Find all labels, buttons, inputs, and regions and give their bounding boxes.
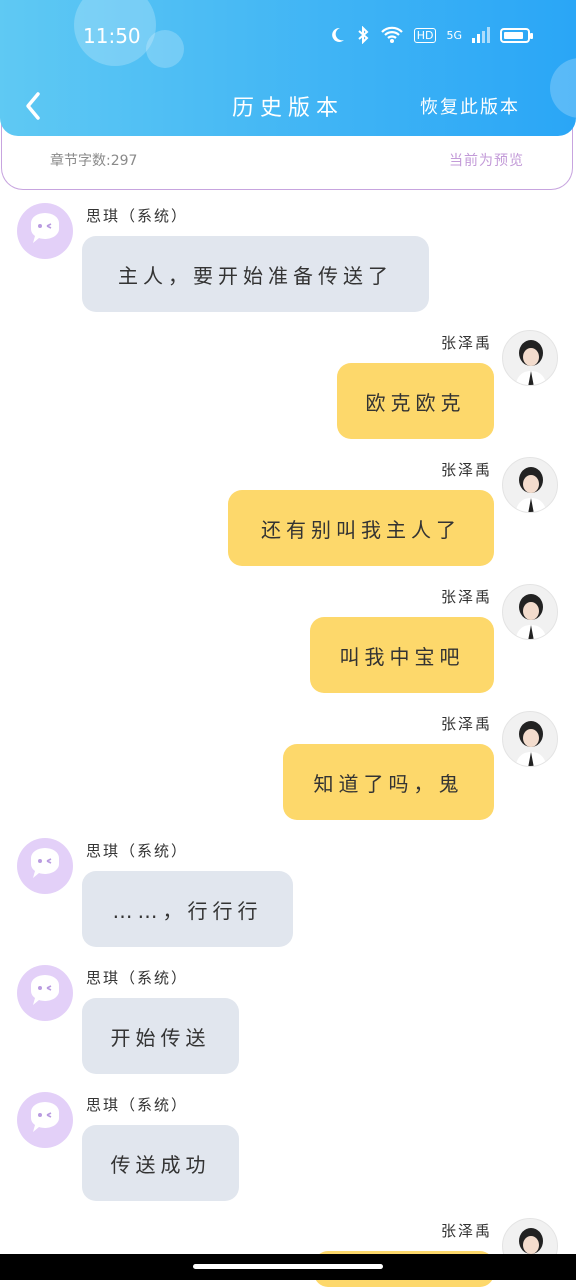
sender-name: 张泽禹 <box>440 588 492 606</box>
status-time: 11:50 <box>83 24 141 48</box>
message-bubble[interactable]: 知道了吗，鬼 <box>283 744 494 820</box>
signal-icon <box>472 27 490 43</box>
system-avatar[interactable] <box>17 838 73 894</box>
network-label: 5G <box>446 28 462 42</box>
sender-name: 张泽禹 <box>440 715 492 733</box>
sender-name: 思琪（系统） <box>86 207 189 225</box>
chat-bubble-icon <box>31 1102 59 1132</box>
restore-version-button[interactable]: 恢复此版本 <box>420 93 520 119</box>
sender-name: 思琪（系统） <box>86 1096 189 1114</box>
sender-name: 张泽禹 <box>440 1222 492 1240</box>
battery-icon <box>500 27 533 43</box>
message-bubble[interactable]: 主人，要开始准备传送了 <box>82 236 429 312</box>
preview-label: 当前为预览 <box>449 153 524 169</box>
message-bubble[interactable]: ……，行行行 <box>82 871 293 947</box>
system-avatar[interactable] <box>17 203 73 259</box>
message-bubble[interactable]: 开始传送 <box>82 998 239 1074</box>
moon-icon <box>331 27 344 42</box>
message-bubble[interactable]: 传送成功 <box>82 1125 239 1201</box>
person-icon <box>515 340 547 385</box>
system-avatar[interactable] <box>17 1092 73 1148</box>
hd-badge: HD <box>413 27 437 43</box>
user-avatar[interactable] <box>502 584 558 640</box>
chat-bubble-icon <box>31 848 59 878</box>
user-avatar[interactable] <box>502 330 558 386</box>
sender-name: 张泽禹 <box>440 461 492 479</box>
decor-circle <box>146 30 184 68</box>
system-avatar[interactable] <box>17 965 73 1021</box>
message-bubble[interactable]: 叫我中宝吧 <box>310 617 494 693</box>
home-indicator[interactable] <box>193 1264 383 1269</box>
sender-name: 思琪（系统） <box>86 842 189 860</box>
user-avatar[interactable] <box>502 711 558 767</box>
wifi-icon <box>380 26 403 43</box>
status-icons: HD 5G <box>328 26 533 44</box>
chat-bubble-icon <box>31 213 59 243</box>
bluetooth-icon <box>358 26 369 44</box>
header-bar: 11:50 HD 5G 历史版本 恢复此版本 <box>0 0 576 136</box>
user-avatar[interactable] <box>502 457 558 513</box>
sender-name: 思琪（系统） <box>86 969 189 987</box>
message-bubble[interactable]: 还有别叫我主人了 <box>228 490 494 566</box>
message-bubble[interactable]: 欧克欧克 <box>337 363 494 439</box>
person-icon <box>515 467 547 512</box>
person-icon <box>515 721 547 766</box>
person-icon <box>515 594 547 639</box>
chat-bubble-icon <box>31 975 59 1005</box>
word-count: 章节字数:297 <box>50 153 138 169</box>
sender-name: 张泽禹 <box>440 334 492 352</box>
